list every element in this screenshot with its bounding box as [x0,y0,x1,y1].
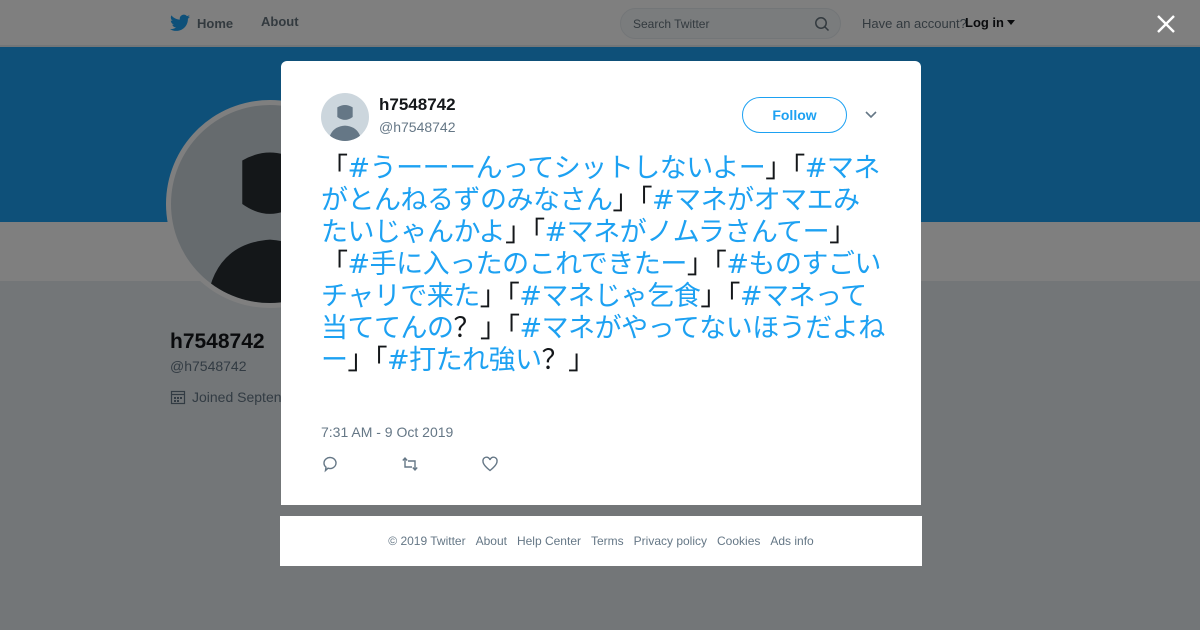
close-icon[interactable] [1155,13,1177,35]
tweet-timestamp[interactable]: 7:31 AM - 9 Oct 2019 [321,424,453,440]
tweet-avatar[interactable] [321,93,369,141]
follow-button[interactable]: Follow [742,97,847,133]
like-icon [482,456,498,472]
footer-link-cookies[interactable]: Cookies [717,534,760,548]
tweet-text-segment: 」「 [612,185,653,216]
footer-copyright: © 2019 Twitter [388,534,466,548]
hashtag-link[interactable]: #マネがノムラさんてー [545,217,830,248]
tweet-text: 「#うーーーんってシットしないよー」「#マネがとんねるずのみなさん」「#マネがオ… [321,153,885,377]
footer-link-help-center[interactable]: Help Center [517,534,581,548]
tweet-text-segment: 」「 [505,217,545,248]
modal-footer: © 2019 Twitter About Help Center Terms P… [280,516,922,566]
tweet-author-name[interactable]: h7548742 [379,95,456,115]
tweet-text-segment: 「 [321,153,348,184]
chevron-down-icon[interactable] [864,110,878,120]
reply-button[interactable] [321,455,343,475]
tweet-text-segment: 」「 [347,345,388,376]
footer-link-terms[interactable]: Terms [591,534,624,548]
tweet-text-segment: ？」「 [453,313,521,344]
footer-link-privacy[interactable]: Privacy policy [634,534,707,548]
tweet-text-segment: 」「 [686,249,727,280]
tweet-text-segment: 」「 [765,153,805,184]
reply-icon [323,456,337,473]
default-avatar-icon [321,93,369,141]
tweet-modal: h7548742 @h7548742 Follow 「#うーーーんってシットしな… [281,61,921,505]
hashtag-link[interactable]: #打たれ強い [387,345,542,376]
footer-link-ads-info[interactable]: Ads info [770,534,813,548]
tweet-author-handle[interactable]: @h7548742 [379,119,456,135]
like-button[interactable] [481,455,503,475]
hashtag-link[interactable]: #手に入ったのこれできたー [348,249,688,280]
retweet-button[interactable] [401,455,423,475]
hashtag-link[interactable]: #マネじゃ乞食 [519,281,701,312]
retweet-icon [402,456,418,472]
tweet-text-segment: 」「 [479,281,520,312]
tweet-text-segment: 」「 [700,281,740,312]
tweet-text-segment: ？」 [541,345,596,376]
hashtag-link[interactable]: #うーーーんってシットしないよー [348,153,766,184]
footer-link-about[interactable]: About [476,534,507,548]
